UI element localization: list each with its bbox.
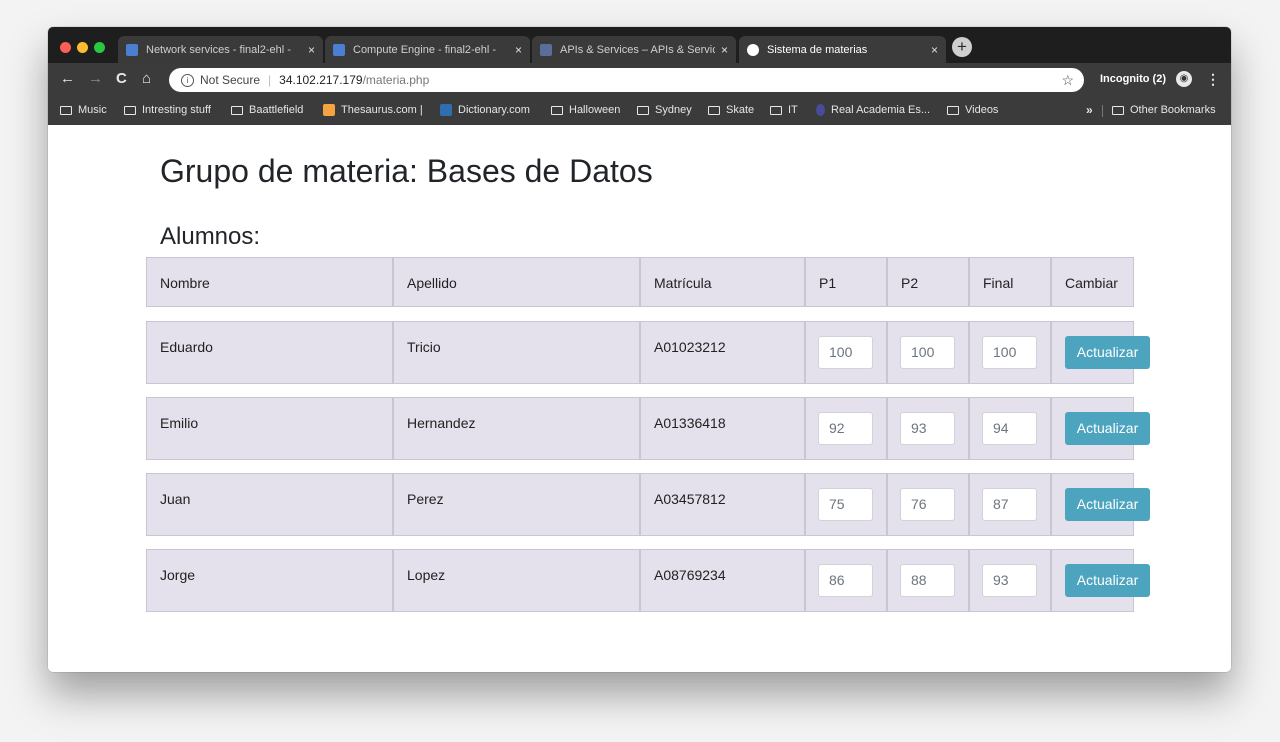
- header-cambiar: Cambiar: [1051, 257, 1134, 307]
- p2-input[interactable]: 100: [900, 336, 955, 369]
- tab-close-icon[interactable]: ×: [308, 43, 315, 57]
- bookmarks-divider: [1102, 105, 1103, 117]
- api-icon: [540, 43, 552, 56]
- page-title: Grupo de materia: Bases de Datos: [160, 153, 653, 189]
- tab-apis-services[interactable]: APIs & Services – APIs & Servic ×: [532, 36, 736, 63]
- bookmark-halloween[interactable]: Halloween: [551, 104, 620, 116]
- page-content: Grupo de materia: Bases de Datos Alumnos…: [48, 125, 1231, 672]
- address-divider: |: [268, 73, 272, 87]
- thesaurus-icon: [323, 104, 335, 116]
- cell-matricula: A08769234: [640, 549, 805, 612]
- info-icon[interactable]: i: [181, 73, 194, 87]
- header-p1: P1: [805, 257, 887, 307]
- new-tab-button[interactable]: +: [952, 37, 972, 57]
- tab-close-icon[interactable]: ×: [931, 43, 938, 57]
- folder-icon: [708, 105, 720, 115]
- close-window-button[interactable]: [60, 42, 71, 53]
- update-button[interactable]: Actualizar: [1065, 488, 1150, 521]
- folder-icon: [637, 105, 649, 115]
- tab-compute-engine[interactable]: Compute Engine - final2-ehl - ×: [325, 36, 530, 63]
- p1-input[interactable]: 75: [818, 488, 873, 521]
- tab-close-icon[interactable]: ×: [515, 43, 522, 57]
- p1-input[interactable]: 100: [818, 336, 873, 369]
- header-matricula: Matrícula: [640, 257, 805, 307]
- forward-arrow-icon[interactable]: →: [88, 70, 103, 87]
- tab-network-services[interactable]: Network services - final2-ehl - ×: [118, 36, 323, 63]
- bookmark-skate[interactable]: Skate: [708, 104, 754, 116]
- browser-window: Network services - final2-ehl - × Comput…: [48, 27, 1231, 672]
- cell-nombre: Emilio: [146, 397, 393, 460]
- network-icon: [126, 43, 138, 56]
- folder-icon: [124, 105, 136, 115]
- tab-sistema-de-materias[interactable]: Sistema de materias ×: [739, 36, 946, 64]
- folder-icon: [947, 105, 959, 115]
- folder-icon: [551, 105, 563, 115]
- incognito-label[interactable]: Incognito (2): [1100, 73, 1166, 85]
- bookmarks-bar: Music Intresting stuff Baattlefield Thes…: [48, 97, 1231, 125]
- cell-matricula: A03457812: [640, 473, 805, 536]
- folder-icon: [60, 105, 72, 115]
- incognito-icon[interactable]: ◉: [1176, 71, 1192, 87]
- browser-toolbar: ← → C ⌂ i Not Secure | 34.102.217.179/ma…: [48, 63, 1231, 97]
- bookmark-it[interactable]: IT: [770, 104, 798, 116]
- p2-input[interactable]: 76: [900, 488, 955, 521]
- url-path: /materia.php: [362, 73, 430, 87]
- final-input[interactable]: 100: [982, 336, 1037, 369]
- tab-strip: Network services - final2-ehl - × Comput…: [48, 27, 1231, 64]
- bookmark-sydney[interactable]: Sydney: [637, 104, 692, 116]
- final-input[interactable]: 93: [982, 564, 1037, 597]
- cell-apellido: Perez: [393, 473, 640, 536]
- cell-matricula: A01336418: [640, 397, 805, 460]
- bookmark-music[interactable]: Music: [60, 104, 107, 116]
- bookmark-intresting-stuff[interactable]: Intresting stuff: [124, 104, 211, 116]
- cell-nombre: Eduardo: [146, 321, 393, 384]
- update-button[interactable]: Actualizar: [1065, 336, 1150, 369]
- final-input[interactable]: 94: [982, 412, 1037, 445]
- folder-icon: [770, 105, 782, 115]
- bookmark-videos[interactable]: Videos: [947, 104, 998, 116]
- bookmark-other-bookmarks[interactable]: Other Bookmarks: [1112, 104, 1216, 116]
- bookmark-thesaurus[interactable]: Thesaurus.com |: [323, 104, 423, 116]
- folder-icon: [1112, 105, 1124, 115]
- rae-icon: [816, 104, 825, 116]
- header-final: Final: [969, 257, 1051, 307]
- back-arrow-icon[interactable]: ←: [60, 70, 75, 87]
- reload-icon[interactable]: C: [116, 70, 127, 87]
- bookmark-real-academia[interactable]: Real Academia Es...: [816, 104, 930, 116]
- security-label: Not Secure: [200, 73, 261, 87]
- p1-input[interactable]: 92: [818, 412, 873, 445]
- cell-matricula: A01023212: [640, 321, 805, 384]
- folder-icon: [231, 105, 243, 115]
- compute-engine-icon: [333, 43, 345, 56]
- cell-nombre: Juan: [146, 473, 393, 536]
- bookmark-star-icon[interactable]: ☆: [1061, 72, 1074, 89]
- tab-close-icon[interactable]: ×: [721, 43, 728, 57]
- p2-input[interactable]: 93: [900, 412, 955, 445]
- url-host: 34.102.217.179: [279, 73, 363, 87]
- dictionary-icon: [440, 104, 452, 116]
- final-input[interactable]: 87: [982, 488, 1037, 521]
- cell-apellido: Lopez: [393, 549, 640, 612]
- home-icon[interactable]: ⌂: [142, 70, 151, 87]
- cell-apellido: Tricio: [393, 321, 640, 384]
- header-nombre: Nombre: [146, 257, 393, 307]
- p1-input[interactable]: 86: [818, 564, 873, 597]
- minimize-window-button[interactable]: [77, 42, 88, 53]
- bookmark-dictionary[interactable]: Dictionary.com: [440, 104, 530, 116]
- globe-icon: [747, 44, 759, 56]
- menu-icon[interactable]: ⋮: [1206, 71, 1220, 88]
- cell-nombre: Jorge: [146, 549, 393, 612]
- bookmark-baattlefield[interactable]: Baattlefield: [231, 104, 303, 116]
- maximize-window-button[interactable]: [94, 42, 105, 53]
- address-bar[interactable]: i Not Secure | 34.102.217.179/materia.ph…: [169, 68, 1084, 92]
- header-apellido: Apellido: [393, 257, 640, 307]
- header-p2: P2: [887, 257, 969, 307]
- update-button[interactable]: Actualizar: [1065, 412, 1150, 445]
- update-button[interactable]: Actualizar: [1065, 564, 1150, 597]
- section-title: Alumnos:: [160, 223, 261, 250]
- cell-apellido: Hernandez: [393, 397, 640, 460]
- bookmarks-overflow-icon[interactable]: »: [1086, 103, 1093, 117]
- p2-input[interactable]: 88: [900, 564, 955, 597]
